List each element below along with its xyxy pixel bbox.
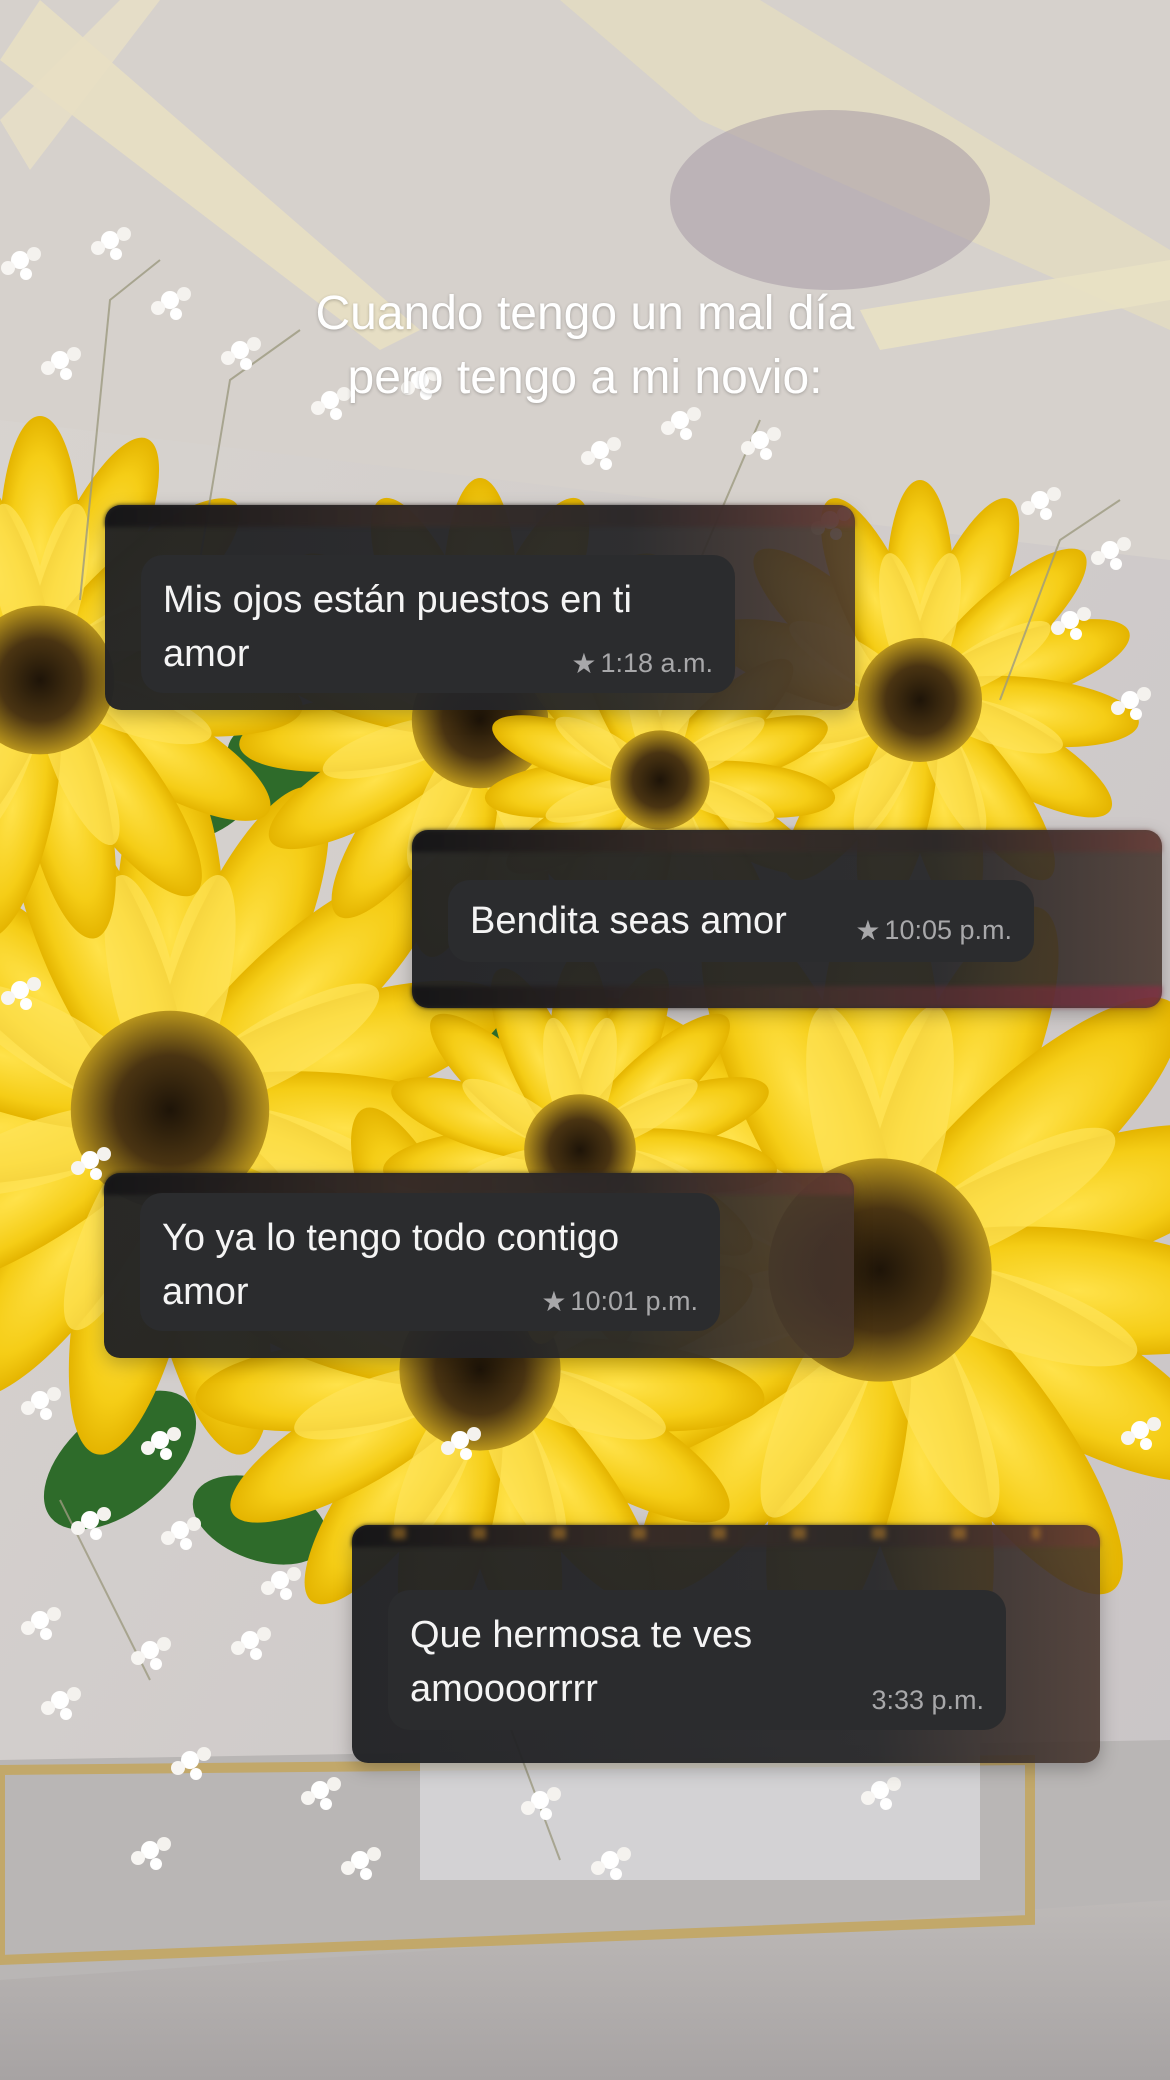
star-icon: ★ (571, 647, 597, 679)
message-card: Que hermosa te ves amoooorrrr 3:33 p.m. (352, 1525, 1100, 1763)
message-time: 3:33 p.m. (871, 1685, 984, 1715)
star-icon: ★ (855, 914, 881, 946)
message-meta: 3:33 p.m. (871, 1685, 984, 1716)
emoji-strip (392, 1527, 1040, 1539)
message-card: Bendita seas amor ★ 10:05 p.m. (412, 830, 1162, 1008)
card-edge (104, 1173, 854, 1195)
message-meta: ★ 1:18 a.m. (571, 648, 713, 679)
message-text: Mis ojos están puestos en ti amor (163, 579, 632, 675)
message-time: 10:01 p.m. (570, 1286, 698, 1316)
message-card: Yo ya lo tengo todo contigo amor ★ 10:01… (104, 1173, 854, 1358)
card-edge (412, 986, 1162, 1008)
message-bubble[interactable]: Que hermosa te ves amoooorrrr 3:33 p.m. (388, 1590, 1006, 1730)
message-time: 1:18 a.m. (600, 648, 713, 678)
caption-line-1: Cuando tengo un mal día (315, 287, 855, 340)
caption-line-2: pero tengo a mi novio: (347, 351, 823, 404)
message-card: Mis ojos están puestos en ti amor ★ 1:18… (105, 505, 855, 710)
message-text: Que hermosa te ves amoooorrrr (410, 1614, 753, 1710)
message-time: 10:05 p.m. (884, 915, 1012, 945)
message-bubble[interactable]: Bendita seas amor ★ 10:05 p.m. (448, 880, 1034, 962)
message-bubble[interactable]: Mis ojos están puestos en ti amor ★ 1:18… (141, 555, 735, 693)
message-meta: ★ 10:05 p.m. (855, 915, 1012, 946)
message-meta: ★ 10:01 p.m. (541, 1286, 698, 1317)
message-bubble[interactable]: Yo ya lo tengo todo contigo amor ★ 10:01… (140, 1193, 720, 1331)
caption: Cuando tengo un mal día pero tengo a mi … (0, 282, 1170, 410)
message-text: Bendita seas amor (470, 900, 787, 942)
card-edge (412, 830, 1162, 852)
card-edge (105, 505, 855, 527)
star-icon: ★ (541, 1285, 567, 1317)
